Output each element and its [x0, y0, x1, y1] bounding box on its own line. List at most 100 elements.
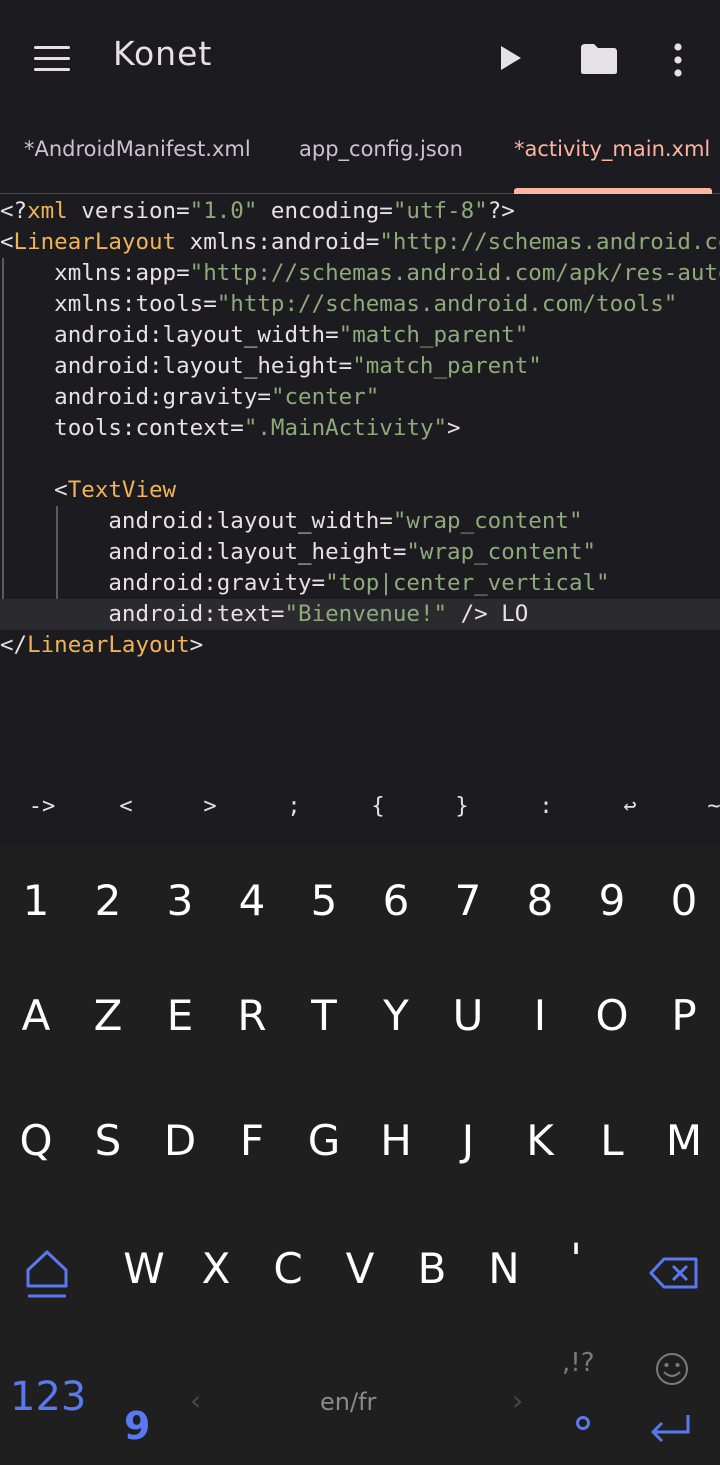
code-token: xmlns:tools=: [0, 291, 217, 317]
code-token: android:gravity=: [0, 384, 271, 410]
language-switch[interactable]: en/fr: [320, 1388, 376, 1416]
key-2[interactable]: 2: [78, 876, 138, 925]
key-k[interactable]: K: [510, 1116, 570, 1165]
symbol-key[interactable]: ->: [22, 794, 62, 819]
key-f[interactable]: F: [222, 1116, 282, 1165]
code-line[interactable]: <TextView: [0, 475, 176, 506]
symbol-key[interactable]: :: [526, 794, 566, 819]
key-d[interactable]: D: [150, 1116, 210, 1165]
symbol-key[interactable]: ;: [274, 794, 314, 819]
chevron-right-icon[interactable]: ›: [512, 1384, 523, 1417]
numbers-key[interactable]: 123: [10, 1374, 86, 1420]
emoji-icon[interactable]: [655, 1352, 689, 1386]
code-token: "utf-8": [392, 198, 488, 224]
active-tab-indicator: [514, 188, 712, 194]
symbol-key[interactable]: ↩: [610, 794, 650, 819]
code-line[interactable]: android:text="Bienvenue!" /> LO: [0, 599, 720, 630]
key-b[interactable]: B: [402, 1244, 462, 1293]
key-1[interactable]: 1: [6, 876, 66, 925]
key-5[interactable]: 5: [294, 876, 354, 925]
backspace-icon[interactable]: [648, 1256, 700, 1290]
key-m[interactable]: M: [654, 1116, 714, 1165]
symbol-key[interactable]: >: [190, 794, 230, 819]
code-line[interactable]: android:layout_width="wrap_content": [0, 506, 582, 537]
code-line[interactable]: android:layout_width="match_parent": [0, 320, 528, 351]
key-e[interactable]: E: [150, 991, 210, 1040]
code-token: "top|center_vertical": [325, 570, 610, 596]
tab-android-manifest[interactable]: *AndroidManifest.xml: [24, 137, 251, 161]
tab-app-config[interactable]: app_config.json: [299, 137, 463, 161]
key-l[interactable]: L: [582, 1116, 642, 1165]
key-n[interactable]: N: [474, 1244, 534, 1293]
key-i[interactable]: I: [510, 991, 570, 1040]
code-token: xmlns:app=: [0, 260, 190, 286]
code-line[interactable]: </LinearLayout>: [0, 630, 203, 661]
code-line[interactable]: <?xml version="1.0" encoding="utf-8"?>: [0, 196, 515, 227]
suggestion-key[interactable]: 9: [124, 1404, 150, 1448]
key-o[interactable]: O: [582, 991, 642, 1040]
code-token: tools:context=: [0, 415, 244, 441]
period-key[interactable]: [576, 1416, 590, 1430]
code-token: >: [189, 632, 204, 658]
key-j[interactable]: J: [438, 1116, 498, 1165]
symbol-key[interactable]: ~: [694, 794, 720, 819]
code-token: </: [0, 632, 28, 658]
code-token: <?: [0, 198, 28, 224]
key-c[interactable]: C: [258, 1244, 318, 1293]
symbol-key[interactable]: }: [442, 794, 482, 819]
key-q[interactable]: Q: [6, 1116, 66, 1165]
shift-icon[interactable]: [24, 1248, 70, 1300]
code-line[interactable]: android:gravity="center": [0, 382, 379, 413]
key-r[interactable]: R: [222, 991, 282, 1040]
punctuation-key[interactable]: ,!?: [562, 1348, 595, 1378]
code-line[interactable]: tools:context=".MainActivity">: [0, 413, 460, 444]
key-7[interactable]: 7: [438, 876, 498, 925]
symbol-bar: -> < >; {}: ↩ ~: [0, 776, 720, 846]
code-token: LinearLayout: [27, 632, 190, 658]
symbol-key[interactable]: {: [358, 794, 398, 819]
key-y[interactable]: Y: [366, 991, 426, 1040]
code-line[interactable]: xmlns:app="http://schemas.android.com/ap…: [0, 258, 720, 289]
code-token: xml: [27, 198, 68, 224]
key-u[interactable]: U: [438, 991, 498, 1040]
key-3[interactable]: 3: [150, 876, 210, 925]
code-line[interactable]: android:gravity="top|center_vertical": [0, 568, 610, 599]
key-apostrophe[interactable]: ': [546, 1234, 606, 1283]
symbol-key[interactable]: <: [106, 794, 146, 819]
key-8[interactable]: 8: [510, 876, 570, 925]
code-token: "match_parent": [352, 353, 542, 379]
code-token: android:layout_width=: [0, 508, 393, 534]
menu-icon[interactable]: [34, 46, 70, 72]
code-editor[interactable]: <?xml version="1.0" encoding="utf-8"?> <L…: [0, 196, 720, 776]
key-x[interactable]: X: [186, 1244, 246, 1293]
code-token: android:text=: [0, 601, 285, 627]
more-vert-icon[interactable]: [671, 42, 685, 78]
key-p[interactable]: P: [654, 991, 714, 1040]
key-h[interactable]: H: [366, 1116, 426, 1165]
key-g[interactable]: G: [294, 1116, 354, 1165]
key-t[interactable]: T: [294, 991, 354, 1040]
key-6[interactable]: 6: [366, 876, 426, 925]
app-title: Konet: [113, 34, 213, 73]
code-token: TextView: [67, 477, 177, 503]
chevron-left-icon[interactable]: ‹: [190, 1384, 201, 1417]
key-9[interactable]: 9: [582, 876, 642, 925]
key-a[interactable]: A: [6, 991, 66, 1040]
key-w[interactable]: W: [114, 1244, 174, 1293]
code-token: <: [0, 229, 14, 255]
play-icon[interactable]: [499, 44, 523, 72]
key-4[interactable]: 4: [222, 876, 282, 925]
code-line[interactable]: android:layout_height="wrap_content": [0, 537, 596, 568]
enter-icon[interactable]: [648, 1412, 692, 1446]
key-0[interactable]: 0: [654, 876, 714, 925]
code-token: /> LO: [447, 601, 529, 627]
key-v[interactable]: V: [330, 1244, 390, 1293]
folder-icon[interactable]: [579, 42, 619, 76]
code-line[interactable]: xmlns:tools="http://schemas.android.com/…: [0, 289, 677, 320]
key-z[interactable]: Z: [78, 991, 138, 1040]
key-s[interactable]: S: [78, 1116, 138, 1165]
code-line[interactable]: android:layout_height="match_parent": [0, 351, 542, 382]
code-line[interactable]: <LinearLayout xmlns:android="http://sche…: [0, 227, 720, 258]
file-tabs: *AndroidManifest.xml app_config.json *ac…: [0, 115, 720, 194]
tab-activity-main[interactable]: *activity_main.xml: [514, 137, 710, 161]
